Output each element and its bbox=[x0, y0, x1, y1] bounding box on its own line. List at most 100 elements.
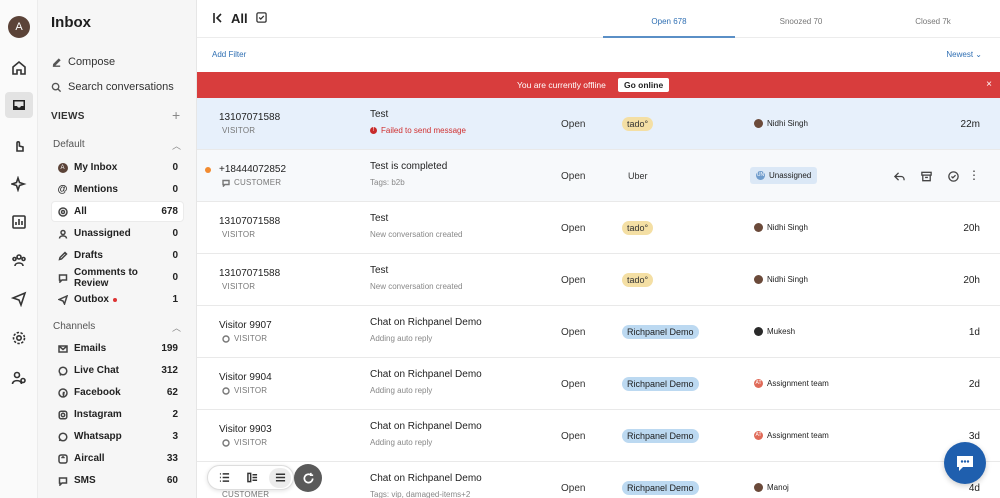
mail-icon bbox=[57, 343, 68, 354]
avatar bbox=[754, 327, 763, 336]
reply-icon[interactable] bbox=[893, 170, 906, 183]
conversation-time: 20h bbox=[963, 275, 980, 286]
sidebar-item-mentions[interactable]: @ Mentions 0 bbox=[52, 180, 183, 199]
conversation-status: Open bbox=[561, 483, 586, 494]
table-row[interactable]: Visitor 9907 VISITOR Chat on Richpanel D… bbox=[197, 306, 1000, 358]
chat-icon bbox=[222, 438, 230, 447]
avatar bbox=[754, 275, 763, 284]
sidebar-item-emails[interactable]: Emails 199 bbox=[52, 339, 183, 358]
chat-icon bbox=[222, 179, 230, 187]
table-row[interactable]: 13107071588 VISITOR Test ! Failed to send… bbox=[197, 98, 1000, 150]
contact-name: Visitor 9907 bbox=[219, 320, 272, 331]
check-circle-icon[interactable] bbox=[947, 170, 960, 183]
chevron-down-icon: ⌄ bbox=[975, 50, 982, 59]
send-icon[interactable] bbox=[9, 289, 29, 309]
sidebar-item-drafts[interactable]: Drafts 0 bbox=[52, 246, 183, 265]
assignee[interactable]: UN Unassigned bbox=[750, 167, 818, 184]
tab-closed[interactable]: Closed 7k bbox=[867, 17, 999, 26]
tab-snoozed[interactable]: Snoozed 70 bbox=[735, 17, 867, 26]
sidebar-item-sms[interactable]: SMS 60 bbox=[52, 471, 183, 490]
sidebar-item-comments-to-review[interactable]: Comments to Review 0 bbox=[52, 267, 183, 289]
row-actions bbox=[893, 170, 960, 183]
brand-tag: Richpanel Demo bbox=[622, 481, 699, 495]
chat-launcher-button[interactable] bbox=[944, 442, 986, 484]
assignee[interactable]: Manoj bbox=[754, 483, 789, 492]
avatar: AT bbox=[754, 379, 763, 388]
conversation-preview: New conversation created bbox=[370, 230, 463, 239]
sidebar-item-all[interactable]: All 678 bbox=[52, 202, 183, 221]
conversation-time: 3d bbox=[968, 431, 980, 442]
team-icon[interactable] bbox=[9, 250, 29, 270]
search-label: Search conversations bbox=[68, 81, 174, 93]
table-row[interactable]: 13107071588 VISITOR Test New conversatio… bbox=[197, 202, 1000, 254]
assignee[interactable]: AT Assignment team bbox=[754, 379, 829, 388]
table-row[interactable]: +18444072852 CUSTOMER Test is completed … bbox=[197, 150, 1000, 202]
conversation-preview: ! Failed to send message bbox=[370, 126, 466, 135]
chat-icon bbox=[222, 386, 230, 395]
avatar bbox=[754, 223, 763, 232]
table-row[interactable]: 13107071588 VISITOR Test New conversatio… bbox=[197, 254, 1000, 306]
chat-icon bbox=[222, 334, 230, 343]
user-avatar[interactable]: A bbox=[8, 16, 30, 38]
conversation-preview: New conversation created bbox=[370, 282, 463, 291]
sidebar-item-unassigned[interactable]: Unassigned 0 bbox=[52, 224, 183, 243]
sidebar-item-aircall[interactable]: Aircall 33 bbox=[52, 449, 183, 468]
add-view-button[interactable]: + bbox=[172, 107, 180, 123]
archive-icon[interactable] bbox=[920, 170, 933, 183]
avatar bbox=[754, 119, 763, 128]
page-title: All bbox=[231, 11, 248, 26]
table-row[interactable]: Visitor 9903 VISITOR Chat on Richpanel D… bbox=[197, 410, 1000, 462]
go-online-button[interactable]: Go online bbox=[618, 78, 670, 92]
sidebar-item-outbox[interactable]: Outbox 1 bbox=[52, 290, 183, 309]
sort-dropdown[interactable]: Newest ⌄ bbox=[946, 50, 982, 59]
contacts-icon[interactable] bbox=[9, 368, 29, 388]
assignee[interactable]: Nidhi Singh bbox=[754, 119, 808, 128]
pencil-icon bbox=[57, 250, 68, 261]
assignee[interactable]: Mukesh bbox=[754, 327, 795, 336]
conversation-preview: Tags: b2b bbox=[370, 178, 405, 187]
contact-name: 13107071588 bbox=[219, 112, 281, 123]
search-conversations[interactable]: Search conversations bbox=[51, 81, 174, 93]
chevron-up-icon[interactable]: ︿ bbox=[172, 139, 181, 152]
compose-link[interactable]: Compose bbox=[51, 56, 115, 68]
sidebar-item-my-inbox[interactable]: A My Inbox 0 bbox=[52, 158, 183, 177]
channels-section-label[interactable]: Channels bbox=[53, 321, 95, 332]
hand-pointer-icon[interactable] bbox=[9, 135, 29, 155]
brand-tag: Richpanel Demo bbox=[622, 429, 699, 443]
sidebar-item-facebook[interactable]: Facebook 62 bbox=[52, 383, 183, 402]
tab-open[interactable]: Open 678 bbox=[603, 17, 735, 26]
unread-dot bbox=[205, 167, 211, 173]
avatar bbox=[754, 483, 763, 492]
conversation-time: 20h bbox=[963, 223, 980, 234]
collapse-left-icon[interactable] bbox=[213, 12, 223, 24]
assignee[interactable]: Nidhi Singh bbox=[754, 275, 808, 284]
chevron-up-icon[interactable]: ︿ bbox=[172, 321, 181, 334]
close-icon[interactable]: × bbox=[986, 79, 992, 90]
user-icon bbox=[57, 228, 68, 239]
select-all-checkbox-icon[interactable] bbox=[256, 12, 268, 24]
conversation-subject: Chat on Richpanel Demo bbox=[370, 421, 482, 432]
conversation-status: Open bbox=[561, 275, 586, 286]
home-icon[interactable] bbox=[9, 58, 29, 78]
conversation-preview: Adding auto reply bbox=[370, 438, 433, 447]
sparkle-icon[interactable] bbox=[9, 174, 29, 194]
conversation-time: 2d bbox=[968, 379, 980, 390]
compact-list-view-icon[interactable] bbox=[213, 468, 235, 488]
assignee[interactable]: Nidhi Singh bbox=[754, 223, 808, 232]
settings-icon[interactable] bbox=[9, 328, 29, 348]
table-row[interactable]: Visitor 9904 VISITOR Chat on Richpanel D… bbox=[197, 358, 1000, 410]
default-section-label[interactable]: Default bbox=[53, 139, 85, 150]
list-view-icon[interactable] bbox=[269, 467, 291, 488]
split-view-icon[interactable] bbox=[241, 468, 263, 488]
avatar: AT bbox=[754, 431, 763, 440]
assignee[interactable]: AT Assignment team bbox=[754, 431, 829, 440]
more-options-icon[interactable]: ⋮ bbox=[968, 168, 980, 182]
sidebar-item-whatsapp[interactable]: Whatsapp 3 bbox=[52, 427, 183, 446]
refresh-button[interactable] bbox=[294, 464, 322, 492]
sidebar-item-instagram[interactable]: Instagram 2 bbox=[52, 405, 183, 424]
conversation-subject: Test bbox=[370, 109, 389, 120]
reports-icon[interactable] bbox=[9, 212, 29, 232]
sidebar-item-live-chat[interactable]: Live Chat 312 bbox=[52, 361, 183, 380]
add-filter-button[interactable]: Add Filter bbox=[212, 50, 246, 59]
inbox-icon[interactable] bbox=[5, 92, 33, 118]
